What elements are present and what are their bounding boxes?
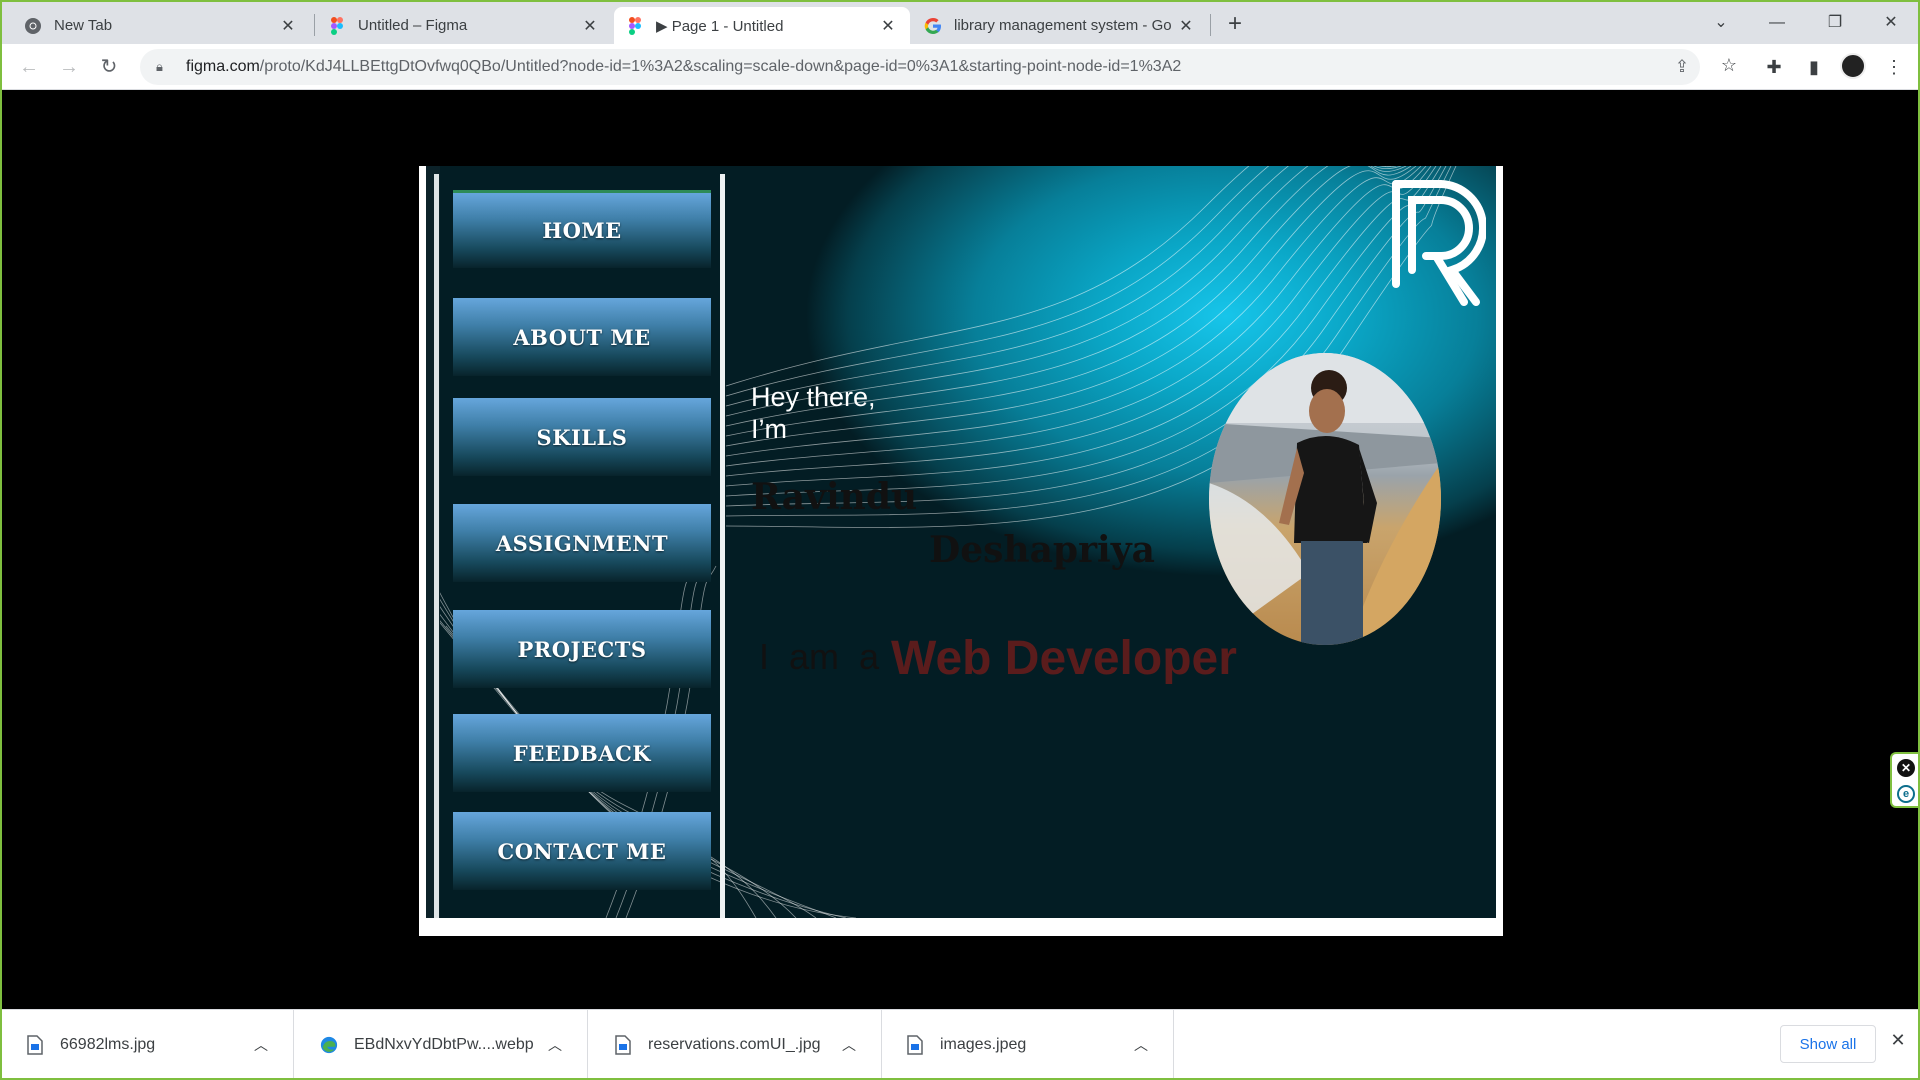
- close-widget-icon[interactable]: ✕: [1897, 759, 1915, 777]
- bookmark-star-icon[interactable]: ☆: [1717, 55, 1741, 77]
- page-viewport: HOME ABOUT ME SKILLS ASSIGNMENT PROJECTS…: [2, 91, 1918, 1009]
- tab-title: Untitled – Figma: [358, 17, 468, 34]
- download-filename: reservations.comUI_.jpg: [648, 1035, 821, 1053]
- edge-icon: [320, 1035, 338, 1055]
- chevron-up-icon[interactable]: ︿: [837, 1035, 861, 1055]
- nav-feedback-button[interactable]: FEEDBACK: [453, 714, 711, 792]
- menu-kebab-icon[interactable]: ⋮: [1882, 57, 1906, 79]
- close-tab-icon[interactable]: ✕: [1176, 16, 1196, 36]
- role-title: Web Developer: [891, 632, 1237, 685]
- tab-title: ▶ Page 1 - Untitled: [656, 17, 784, 35]
- new-tab-button[interactable]: +: [1220, 10, 1250, 40]
- lock-icon[interactable]: 🔒︎: [156, 59, 170, 75]
- download-item[interactable]: 66982lms.jpg ︿: [2, 1010, 294, 1078]
- figma-icon: [328, 16, 346, 35]
- greeting-line-2: I’m: [751, 414, 787, 444]
- tab-title: library management system - Go: [954, 17, 1172, 34]
- minimize-button[interactable]: —: [1754, 8, 1800, 38]
- tab-search-icon[interactable]: ⌄: [1698, 8, 1744, 38]
- file-icon: [906, 1034, 924, 1055]
- close-tab-icon[interactable]: ✕: [878, 16, 898, 36]
- share-icon[interactable]: ⇪: [1670, 57, 1694, 79]
- tab-new-tab[interactable]: New Tab ✕: [12, 7, 310, 44]
- restore-button[interactable]: ❐: [1812, 8, 1858, 38]
- download-filename: EBdNxvYdDbtPw....webp: [354, 1035, 534, 1053]
- nav-skills-button[interactable]: SKILLS: [453, 398, 711, 476]
- side-panel-icon[interactable]: ▮: [1802, 57, 1826, 79]
- url-text: figma.com/proto/KdJ4LLBEttgDtOvfwq0QBo/U…: [186, 58, 1182, 75]
- file-icon: [26, 1034, 44, 1055]
- chevron-up-icon[interactable]: ︿: [543, 1035, 567, 1055]
- nav-about-me-button[interactable]: ABOUT ME: [453, 298, 711, 376]
- download-filename: 66982lms.jpg: [60, 1035, 156, 1053]
- close-shelf-icon[interactable]: ✕: [1886, 1030, 1910, 1058]
- tab-figma-file[interactable]: Untitled – Figma ✕: [316, 7, 612, 44]
- rd-logo: [1392, 180, 1486, 306]
- download-item[interactable]: reservations.comUI_.jpg ︿: [590, 1010, 882, 1078]
- back-button[interactable]: ←: [14, 52, 44, 82]
- browser-window: New Tab ✕ Untitled – Figma ✕ ▶ Page 1 - …: [0, 0, 1920, 1080]
- figma-icon: [626, 16, 644, 35]
- download-item[interactable]: EBdNxvYdDbtPw....webp ︿: [296, 1010, 588, 1078]
- reload-button[interactable]: ↻: [94, 52, 124, 82]
- tab-title: New Tab: [54, 17, 113, 34]
- left-border-line: [434, 174, 439, 918]
- nav-projects-button[interactable]: PROJECTS: [453, 610, 711, 688]
- nav-home-button[interactable]: HOME: [453, 190, 711, 268]
- tab-strip: New Tab ✕ Untitled – Figma ✕ ▶ Page 1 - …: [2, 2, 1918, 44]
- nav-assignment-button[interactable]: ASSIGNMENT: [453, 504, 711, 582]
- last-name: Deshapriya: [929, 529, 1155, 571]
- first-name: Ravindu: [751, 476, 918, 518]
- google-icon: [924, 17, 942, 35]
- extensions-icon[interactable]: ✚: [1762, 57, 1786, 79]
- forward-button[interactable]: →: [54, 52, 84, 82]
- close-tab-icon[interactable]: ✕: [278, 16, 298, 36]
- download-shelf: 66982lms.jpg ︿ EBdNxvYdDbtPw....webp ︿ r…: [2, 1009, 1918, 1078]
- download-item[interactable]: images.jpeg ︿: [882, 1010, 1174, 1078]
- intro-text: I am a: [759, 636, 880, 677]
- sidebar-divider: [720, 174, 725, 918]
- file-icon: [614, 1034, 632, 1055]
- chevron-up-icon[interactable]: ︿: [249, 1035, 273, 1055]
- tab-figma-prototype[interactable]: ▶ Page 1 - Untitled ✕: [614, 7, 910, 44]
- portfolio-canvas: HOME ABOUT ME SKILLS ASSIGNMENT PROJECTS…: [426, 166, 1496, 918]
- chrome-icon: [24, 17, 42, 35]
- show-all-button[interactable]: Show all: [1780, 1025, 1876, 1063]
- greeting-text: Hey there, I’m: [751, 381, 876, 445]
- nav-contact-me-button[interactable]: CONTACT ME: [453, 812, 711, 890]
- profile-photo: [1209, 353, 1441, 645]
- tab-google-search[interactable]: library management system - Go ✕: [912, 7, 1208, 44]
- download-filename: images.jpeg: [940, 1035, 1027, 1053]
- close-window-button[interactable]: ✕: [1868, 8, 1914, 38]
- greeting-line-1: Hey there,: [751, 382, 876, 412]
- chevron-up-icon[interactable]: ︿: [1129, 1035, 1153, 1055]
- side-widget: ✕ e: [1890, 752, 1918, 808]
- close-tab-icon[interactable]: ✕: [580, 16, 600, 36]
- prototype-frame: HOME ABOUT ME SKILLS ASSIGNMENT PROJECTS…: [419, 166, 1503, 936]
- address-toolbar: ← → ↻ 🔒︎ figma.com/proto/KdJ4LLBEttgDtOv…: [2, 44, 1918, 90]
- profile-avatar[interactable]: [1840, 53, 1866, 79]
- edge-widget-icon[interactable]: e: [1897, 785, 1915, 803]
- address-bar[interactable]: 🔒︎ figma.com/proto/KdJ4LLBEttgDtOvfwq0QB…: [140, 49, 1700, 85]
